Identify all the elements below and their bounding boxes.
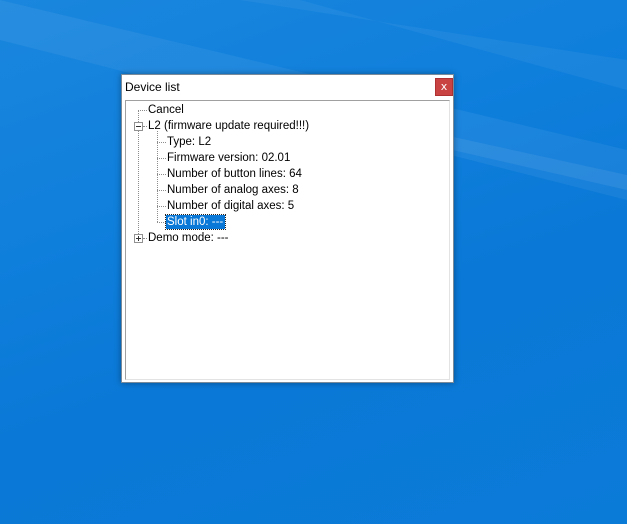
tree-connector <box>157 158 166 159</box>
tree-item-slot-in0[interactable]: Slot in0: --- <box>164 214 227 230</box>
tree-item-firmware-version[interactable]: Firmware version: 02.01 <box>167 151 290 165</box>
close-icon: x <box>440 80 448 93</box>
collapse-icon[interactable] <box>134 122 143 131</box>
tree-item-demo-mode[interactable]: Demo mode: --- <box>148 231 229 245</box>
tree-item-type[interactable]: Type: L2 <box>167 135 211 149</box>
tree-connector <box>157 131 158 222</box>
tree-item-analog-axes[interactable]: Number of analog axes: 8 <box>167 183 299 197</box>
tree-connector <box>157 142 166 143</box>
dialog-title: Device list <box>125 80 180 94</box>
tree-connector <box>143 126 147 127</box>
device-list-dialog: Device list x Cancel L2 (firmware update… <box>121 74 454 383</box>
close-button[interactable]: x <box>435 78 453 96</box>
tree-connector <box>138 110 147 111</box>
tree-item-button-lines[interactable]: Number of button lines: 64 <box>167 167 302 181</box>
dialog-titlebar[interactable]: Device list x <box>122 75 453 100</box>
expand-icon[interactable] <box>134 234 143 243</box>
tree-item-device-l2[interactable]: L2 (firmware update required!!!) <box>148 119 309 133</box>
tree-connector <box>157 174 166 175</box>
tree-connector <box>157 222 166 223</box>
tree-item-cancel[interactable]: Cancel <box>148 103 184 117</box>
tree-connector <box>143 238 147 239</box>
tree-connector <box>157 190 166 191</box>
tree-item-digital-axes[interactable]: Number of digital axes: 5 <box>167 199 294 213</box>
tree-connector <box>157 206 166 207</box>
device-tree-view[interactable]: Cancel L2 (firmware update required!!!) … <box>125 100 450 380</box>
